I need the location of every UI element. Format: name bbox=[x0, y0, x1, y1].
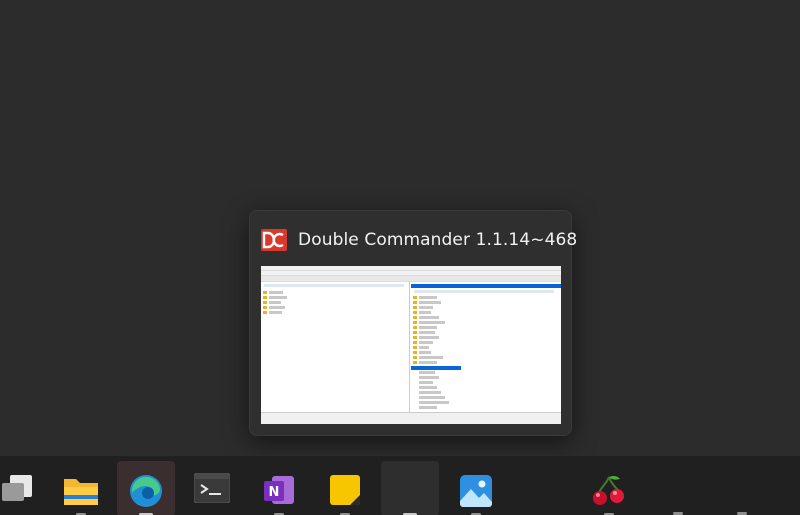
window-preview[interactable]: Double Commander 1.1.14~468 bbox=[249, 210, 577, 436]
photos-icon bbox=[458, 473, 494, 513]
file-explorer-icon bbox=[62, 473, 100, 511]
task-view-icon bbox=[0, 473, 34, 507]
taskbar-cherrytree[interactable] bbox=[580, 461, 638, 515]
cherrytree-icon bbox=[591, 473, 627, 513]
thumb-left-panel bbox=[261, 282, 410, 412]
taskbar-edge[interactable] bbox=[117, 461, 175, 515]
taskbar-sticky-notes[interactable] bbox=[316, 461, 374, 515]
taskbar-file-explorer[interactable] bbox=[52, 461, 110, 515]
taskbar-photos[interactable] bbox=[447, 461, 505, 515]
terminal-icon bbox=[193, 472, 231, 507]
preview-title: Double Commander 1.1.14~468 bbox=[298, 230, 578, 250]
thumb-right-panel bbox=[411, 282, 561, 412]
double-commander-icon bbox=[261, 228, 287, 252]
preview-header: Double Commander 1.1.14~468 bbox=[261, 227, 577, 253]
taskbar-onenote[interactable]: N bbox=[250, 461, 308, 515]
taskbar-terminal[interactable] bbox=[183, 461, 241, 515]
window-thumbnail[interactable] bbox=[261, 266, 561, 424]
onenote-icon: N bbox=[262, 473, 296, 511]
edge-icon bbox=[128, 473, 164, 513]
taskbar: N bbox=[0, 455, 800, 515]
taskbar-task-view[interactable] bbox=[0, 461, 46, 515]
svg-text:N: N bbox=[269, 485, 280, 500]
sticky-notes-icon bbox=[328, 473, 362, 511]
thumb-status-bar bbox=[261, 412, 561, 424]
taskbar-double-commander[interactable] bbox=[381, 461, 439, 515]
